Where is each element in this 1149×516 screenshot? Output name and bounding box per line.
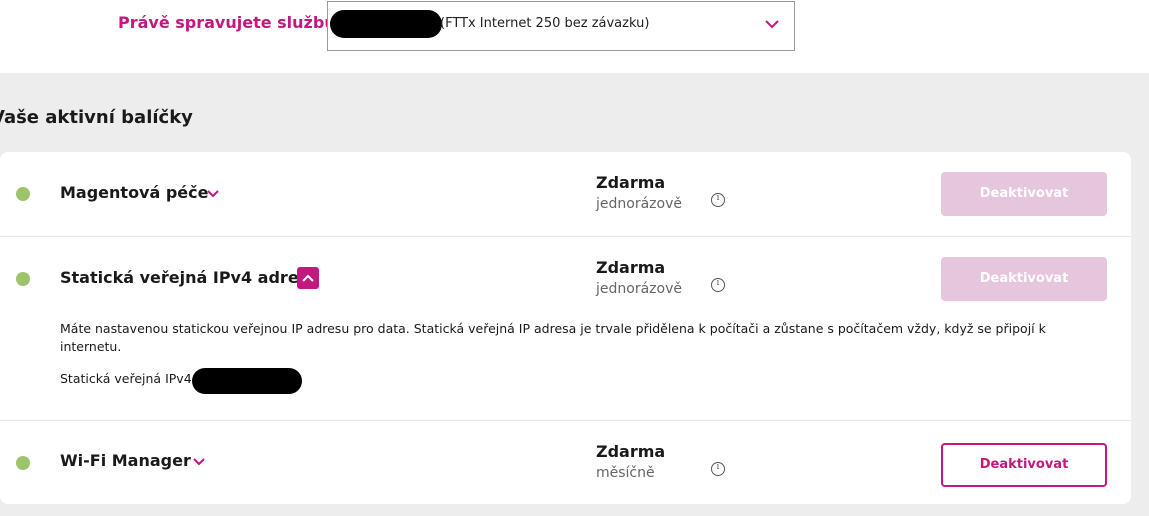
service-dropdown-value: (FTTx Internet 250 bez závazku)	[440, 16, 650, 31]
package-name: Magentová péče	[60, 183, 209, 202]
row-divider	[0, 236, 1131, 237]
chevron-down-icon[interactable]	[764, 16, 780, 32]
collapse-button[interactable]	[297, 267, 319, 289]
row-divider	[0, 420, 1131, 421]
package-price: Zdarma	[596, 258, 666, 277]
info-icon[interactable]: i	[711, 193, 725, 207]
redacted-ip-address	[192, 368, 302, 394]
service-selector-bar: Právě spravujete službu: (FTTx Internet …	[0, 0, 1149, 73]
chevron-up-icon	[302, 274, 314, 282]
deactivate-button[interactable]: Deaktivovat	[941, 443, 1107, 487]
chevron-down-icon[interactable]	[191, 454, 207, 470]
ip-address-label: Statická veřejná IPv4	[60, 371, 192, 386]
package-name: Wi-Fi Manager	[60, 451, 191, 470]
package-period: měsíčně	[596, 465, 655, 481]
package-period: jednorázově	[596, 281, 682, 297]
package-price: Zdarma	[596, 442, 666, 461]
package-name: Statická veřejná IPv4 adresa	[60, 268, 319, 287]
chevron-down-icon[interactable]	[205, 186, 221, 202]
deactivate-button[interactable]: Deaktivovat	[941, 257, 1107, 301]
package-period: jednorázově	[596, 196, 682, 212]
info-icon[interactable]: i	[711, 278, 725, 292]
package-detail: Máte nastavenou statickou veřejnou IP ad…	[60, 321, 1046, 354]
status-dot	[16, 456, 30, 470]
info-icon[interactable]: i	[711, 462, 725, 476]
deactivate-button[interactable]: Deaktivovat	[941, 172, 1107, 216]
section-title: Vaše aktivní balíčky	[0, 107, 193, 128]
service-label: Právě spravujete službu:	[118, 13, 343, 32]
status-dot	[16, 272, 30, 286]
package-price: Zdarma	[596, 173, 666, 192]
redacted-service-id	[330, 10, 442, 38]
service-dropdown[interactable]: (FTTx Internet 250 bez závazku)	[327, 1, 795, 51]
status-dot	[16, 187, 30, 201]
